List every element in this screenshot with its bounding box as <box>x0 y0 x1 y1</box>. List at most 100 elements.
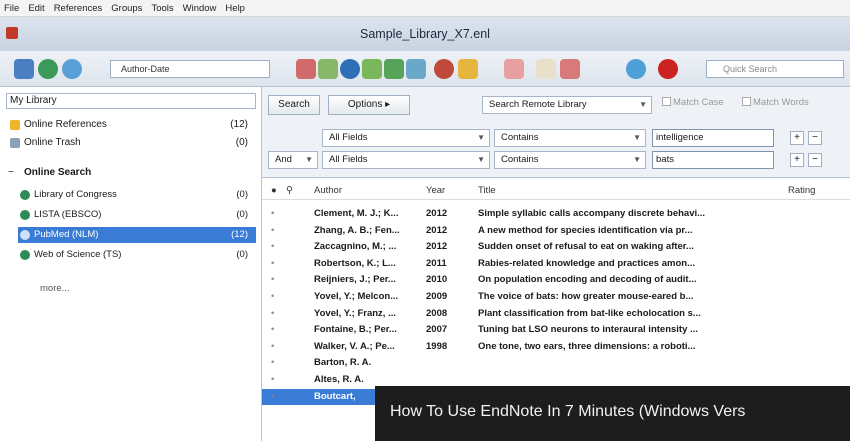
column-year[interactable]: Year <box>426 182 445 200</box>
read-status-icon: • <box>271 324 275 336</box>
table-row[interactable]: • Walker, V. A.; Pe... 1998 One tone, two e… <box>262 339 762 355</box>
sidebar-item-library-of-congress[interactable]: Library of Congress (0) <box>18 187 256 203</box>
groups-icon[interactable] <box>504 59 524 79</box>
year-cell: 2009 <box>426 291 448 302</box>
search-icon <box>20 210 30 220</box>
table-row[interactable]: • Zaccagnino, M.; ... 2012 Sudden onset of … <box>262 239 762 255</box>
attach-pdf-icon[interactable] <box>536 59 556 79</box>
title-cell: Plant classification from bat-like echol… <box>478 307 701 319</box>
export-icon[interactable] <box>458 59 478 79</box>
sidebar-item-pubmed[interactable]: PubMed (NLM) (12) <box>18 227 256 243</box>
options-button[interactable]: Options ▸ <box>328 95 410 115</box>
operator-select-1[interactable]: Contains ▼ <box>494 129 646 147</box>
insert-citation-icon[interactable] <box>296 59 316 79</box>
open-link-icon[interactable] <box>406 59 426 79</box>
field-select-1[interactable]: All Fields ▼ <box>322 129 490 147</box>
chevron-down-icon: ▼ <box>477 155 485 164</box>
remote-library-select[interactable]: Search Remote Library ▼ <box>482 96 652 114</box>
help-globe-icon[interactable] <box>626 59 646 79</box>
table-row[interactable]: • Barton, R. A. <box>262 355 762 371</box>
sidebar-item-online-references[interactable]: Online References (12) <box>6 117 256 133</box>
column-title[interactable]: Title <box>478 182 496 200</box>
window-title-bar: Sample_Library_X7.enl <box>0 17 850 51</box>
menu-window[interactable]: Window <box>183 3 217 14</box>
field-select-2[interactable]: All Fields ▼ <box>322 151 490 169</box>
new-reference-icon[interactable] <box>362 59 382 79</box>
year-cell: 2010 <box>426 274 448 286</box>
online-search-icon[interactable] <box>340 59 360 79</box>
output-style-select[interactable]: Author-Date <box>110 60 270 78</box>
menu-file[interactable]: File <box>4 3 19 14</box>
sidebar-item-lista-ebsco[interactable]: LISTA (EBSCO) (0) <box>18 207 256 223</box>
edit-icon[interactable] <box>384 59 404 79</box>
table-row[interactable]: • Robertson, K.; L... 2011 Rabies-related k… <box>262 256 762 272</box>
remove-row-button[interactable]: − <box>808 153 822 167</box>
globe-icon[interactable] <box>38 59 58 79</box>
quick-search-input[interactable]: Quick Search <box>706 60 844 78</box>
year-cell: 2011 <box>426 257 447 269</box>
add-row-button[interactable]: + <box>790 153 804 167</box>
collapse-toggle[interactable]: − <box>8 165 14 181</box>
sidebar-item-web-of-science[interactable]: Web of Science (TS) (0) <box>18 247 256 263</box>
operator-select-2[interactable]: Contains ▼ <box>494 151 646 169</box>
boolean-select[interactable]: And ▼ <box>268 151 318 169</box>
toolbar: Author-Date Quick Search <box>0 51 850 87</box>
menu-references[interactable]: References <box>54 3 103 14</box>
table-row[interactable]: • Zhang, A. B.; Fen... 2012 A new method fo… <box>262 223 762 239</box>
author-cell: Walker, V. A.; Pe... <box>314 340 395 352</box>
read-status-icon: • <box>271 274 275 286</box>
search-button[interactable]: Search <box>268 95 320 115</box>
table-row[interactable]: • Yovel, Y.; Melcon... 2009 The voice of ba… <box>262 289 762 305</box>
attachment-icon: ⚲ <box>286 185 293 196</box>
read-status-icon: • <box>271 357 275 369</box>
library-sidebar: My Library Online References (12) Online… <box>0 87 262 441</box>
online-search-group[interactable]: − Online Search <box>6 165 256 181</box>
sidebar-item-online-trash[interactable]: Online Trash (0) <box>6 135 256 151</box>
more-link[interactable]: more... <box>40 283 70 294</box>
author-cell: Robertson, K.; L... <box>314 257 396 269</box>
table-row[interactable]: • Clement, M. J.; K... 2012 Simple syllabic… <box>262 206 762 222</box>
search-icon <box>20 250 30 260</box>
search-panel: Search Options ▸ Search Remote Library ▼ … <box>262 87 850 178</box>
library-icon[interactable] <box>14 59 34 79</box>
year-cell: 2012 <box>426 224 448 236</box>
author-cell: Zaccagnino, M.; ... <box>314 241 397 253</box>
menu-groups[interactable]: Groups <box>111 3 142 14</box>
window-title: Sample_Library_X7.enl <box>360 27 490 41</box>
chevron-down-icon: ▼ <box>633 133 641 142</box>
table-row[interactable]: • Yovel, Y.; Franz, ... 2008 Plant classifi… <box>262 306 762 322</box>
help-icon[interactable] <box>658 59 678 79</box>
read-status-icon: • <box>271 291 275 302</box>
find-full-text-icon[interactable] <box>318 59 338 79</box>
column-author[interactable]: Author <box>314 182 342 200</box>
column-rating[interactable]: Rating <box>788 182 815 200</box>
chevron-down-icon: ▼ <box>305 155 313 164</box>
trash-icon <box>10 138 20 148</box>
read-status-icon: • <box>271 390 275 402</box>
pdf-icon[interactable] <box>560 59 580 79</box>
match-words-checkbox[interactable]: Match Words <box>742 97 809 108</box>
search-term-input-2[interactable]: bats <box>652 151 774 169</box>
folder-icon <box>10 120 20 130</box>
add-row-button[interactable]: + <box>790 131 804 145</box>
author-cell: Fontaine, B.; Per... <box>314 324 397 336</box>
year-cell: 1998 <box>426 340 448 352</box>
title-cell: The voice of bats: how greater mouse-ear… <box>478 291 694 302</box>
sync-icon[interactable] <box>62 59 82 79</box>
import-icon[interactable] <box>434 59 454 79</box>
title-cell: Sudden onset of refusal to eat on waking… <box>478 241 694 253</box>
menu-edit[interactable]: Edit <box>28 3 44 14</box>
year-cell: 2012 <box>426 208 448 219</box>
title-cell: Tuning bat LSO neurons to interaural int… <box>478 324 698 336</box>
year-cell: 2012 <box>426 241 448 253</box>
table-row[interactable]: • Fontaine, B.; Per... 2007 Tuning bat LSO … <box>262 322 762 338</box>
search-icon <box>20 190 30 200</box>
table-row[interactable]: • Reijniers, J.; Per... 2010 On population … <box>262 272 762 288</box>
menu-help[interactable]: Help <box>225 3 245 14</box>
library-header[interactable]: My Library <box>6 93 256 109</box>
title-cell: On population encoding and decoding of a… <box>478 274 697 286</box>
search-term-input-1[interactable]: intelligence <box>652 129 774 147</box>
match-case-checkbox[interactable]: Match Case <box>662 97 724 108</box>
menu-tools[interactable]: Tools <box>151 3 173 14</box>
remove-row-button[interactable]: − <box>808 131 822 145</box>
